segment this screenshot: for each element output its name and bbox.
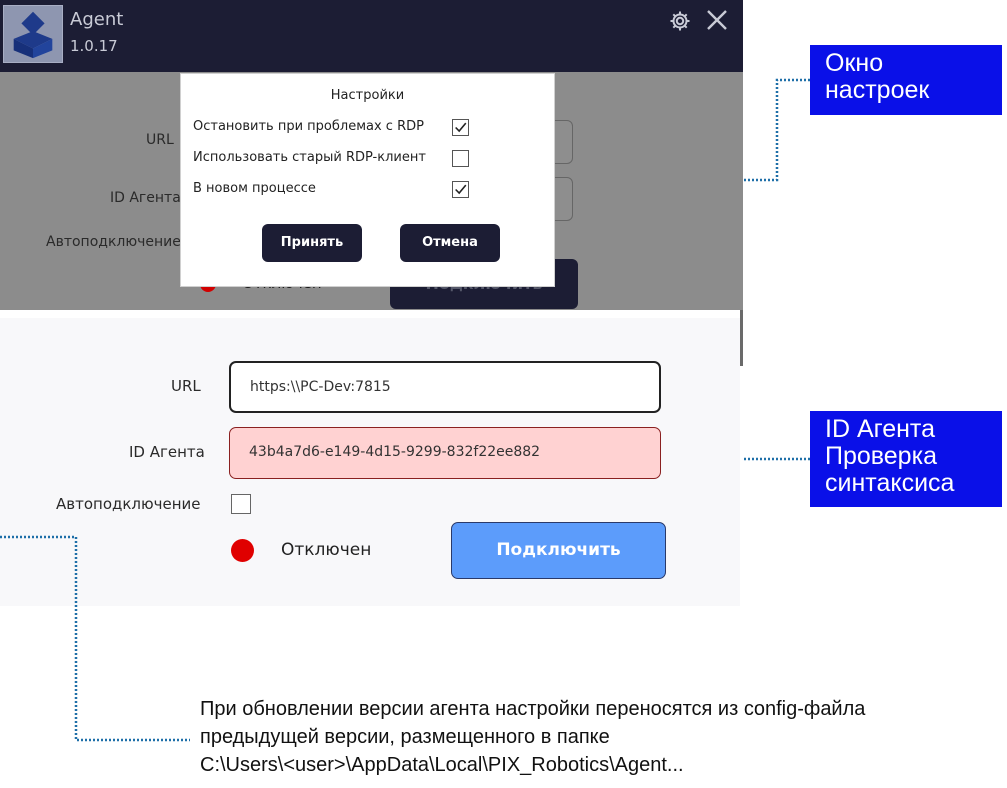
cancel-button[interactable]: Отмена <box>400 224 500 262</box>
status-text: Отключен <box>281 540 372 560</box>
settings-dialog: Настройки Остановить при проблемах с RDP… <box>180 73 555 287</box>
agent-logo-icon <box>3 5 63 63</box>
note-line-1: При обновлении версии агента настройки п… <box>200 698 866 720</box>
scrollbar <box>740 310 743 366</box>
url-label: URL <box>171 377 201 395</box>
agent-main-form: URL https:\\PC-Dev:7815 ID Агента 43b4a7… <box>0 318 740 606</box>
status-dot <box>231 539 254 562</box>
option-old-rdp-checkbox[interactable] <box>452 150 469 167</box>
option-old-rdp-label: Использовать старый RDP-клиент <box>193 150 426 165</box>
callout-settings-line-1: Окно <box>825 49 884 77</box>
note-line-3: C:\Users\<user>\AppData\Local\PIX_Roboti… <box>200 754 684 776</box>
close-icon[interactable] <box>705 8 729 32</box>
autoconnect-label: Автоподключение <box>56 495 201 513</box>
title-bar: Agent 1.0.17 <box>0 0 743 72</box>
callout-agent-id-line-3: синтаксиса <box>825 469 955 497</box>
dialog-title: Настройки <box>330 88 405 103</box>
bg-agent-id-label: ID Агента <box>110 190 181 206</box>
agent-window-with-settings: Agent 1.0.17 URL ID Агента Автоподключен… <box>0 0 743 310</box>
bg-autoconnect-label: Автоподключение <box>46 234 181 250</box>
autoconnect-checkbox[interactable] <box>231 494 251 514</box>
app-name: Agent <box>70 9 124 30</box>
agent-id-input[interactable]: 43b4a7d6-e149-4d15-9299-832f22ee882 <box>229 427 661 479</box>
agent-id-label: ID Агента <box>129 443 205 461</box>
option-new-process-checkbox[interactable] <box>452 181 469 198</box>
gear-icon[interactable] <box>668 9 692 33</box>
callout-agent-id-check: ID Агента Проверка синтаксиса <box>810 411 1002 507</box>
accept-button[interactable]: Принять <box>262 224 362 262</box>
note-line-2: предыдущей версии, размещенного в папке <box>200 726 610 748</box>
callout-agent-id-line-2: Проверка <box>825 442 937 470</box>
option-stop-on-rdp-checkbox[interactable] <box>452 119 469 136</box>
callout-agent-id-line-1: ID Агента <box>825 415 935 443</box>
bg-url-label: URL <box>146 132 174 148</box>
url-input[interactable]: https:\\PC-Dev:7815 <box>229 361 661 413</box>
option-new-process-label: В новом процессе <box>193 181 316 196</box>
callout-settings-window: Окно настроек <box>810 45 1002 115</box>
migration-note: При обновлении версии агента настройки п… <box>200 695 1007 779</box>
callout-settings-line-2: настроек <box>825 76 930 104</box>
option-stop-on-rdp-label: Остановить при проблемах с RDP <box>193 119 424 134</box>
app-version: 1.0.17 <box>70 37 118 55</box>
connect-button[interactable]: Подключить <box>451 522 666 579</box>
